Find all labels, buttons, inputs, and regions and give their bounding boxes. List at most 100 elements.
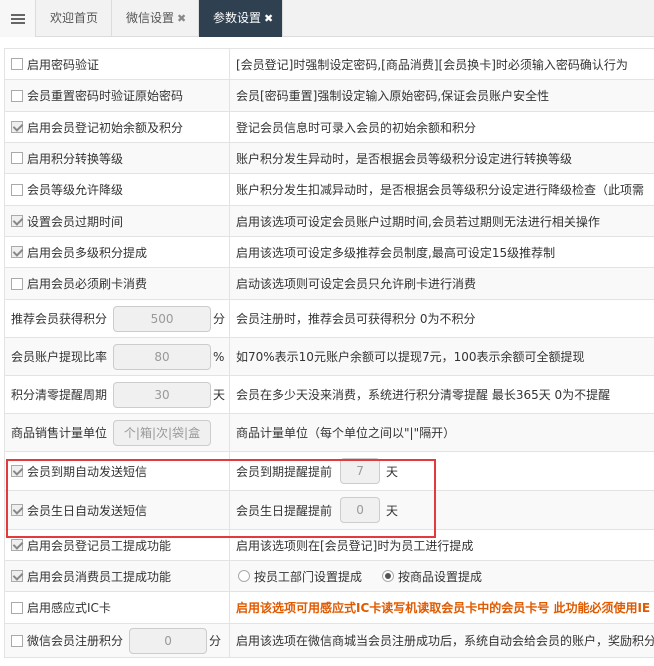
setting-label-cell: 商品销售计量单位 [4,414,230,451]
setting-label: 会员重置密码时验证原始密码 [27,89,184,103]
setting-description: 账户积分发生扣减异动时，是否根据会员等级积分设定进行降级检查（此项需 [236,183,645,197]
setting-row: 启用密码验证 [会员登记]时强制设定密码,[商品消费][会员换卡]时必须输入密码确… [4,49,654,80]
setting-description: 会员到期提醒提前 [236,464,333,479]
setting-desc-cell: 会员到期提醒提前 天 [230,452,654,490]
setting-row: 启用会员多级积分提成 启用该选项可设定多级推荐会员制度,最高可设定15级推荐制 [4,237,654,268]
setting-checkbox[interactable] [11,570,23,582]
setting-label: 启用会员必须刷卡消费 [27,277,148,291]
setting-label-cell: 设置会员过期时间 [4,206,230,236]
setting-desc-cell: 启用该选项在微信商城当会员注册成功后，系统自动会给会员的账户，奖励积分 [230,624,654,657]
setting-desc-cell: 会员注册时，推荐会员可获得积分 0为不积分 [230,300,654,337]
setting-description: 商品计量单位（每个单位之间以"|"隔开） [236,426,456,440]
setting-description: 启用该选项可设定会员账户过期时间,会员若过期则无法进行相关操作 [236,214,600,229]
setting-label: 启用会员登记员工提成功能 [27,538,172,553]
setting-row: 微信会员注册积分 分启用该选项在微信商城当会员注册成功后，系统自动会给会员的账户，… [4,624,654,658]
setting-description: 会员在多少天没来消费，系统进行积分清零提醒 最长365天 0为不提醒 [236,388,611,402]
unit-label: 分 [213,312,226,326]
setting-row: 会员重置密码时验证原始密码 会员[密码重置]强制设定输入原始密码,保证会员账户安全… [4,80,654,112]
tab-label: 欢迎首页 [50,11,99,25]
setting-checkbox[interactable] [11,215,23,227]
setting-label: 启用密码验证 [27,57,100,72]
setting-label: 启用会员登记初始余额及积分 [27,120,184,135]
menu-toggle-button[interactable] [0,0,36,37]
days-input[interactable] [340,458,381,484]
setting-row: 启用会员必须刷卡消费 启动该选项则可设定会员只允许刷卡进行消费 [4,268,654,300]
setting-label-cell: 积分清零提醒周期 天 [4,376,230,413]
setting-label-cell: 启用会员多级积分提成 [4,237,230,267]
setting-row: 会员等级允许降级 账户积分发生扣减异动时，是否根据会员等级积分设定进行降级检查（此… [4,174,654,206]
setting-checkbox[interactable] [11,58,23,70]
setting-label-cell: 启用会员消费员工提成功能 [4,561,230,591]
setting-checkbox[interactable] [11,465,23,477]
setting-label: 启用感应式IC卡 [27,601,111,615]
setting-label: 启用会员多级积分提成 [27,245,148,260]
setting-label: 启用会员消费员工提成功能 [27,569,172,584]
setting-label-cell: 会员等级允许降级 [4,174,230,205]
setting-description: 会员注册时，推荐会员可获得积分 0为不积分 [236,312,476,326]
setting-row: 会员到期自动发送短信 会员到期提醒提前 天 [4,452,654,491]
tab-label: 参数设置 [213,11,262,25]
tab-wechat-settings[interactable]: 微信设置 ✖ [112,0,199,37]
tab-welcome[interactable]: 欢迎首页 [36,0,112,37]
radio-option[interactable]: 按商品设置提成 [382,568,482,585]
setting-checkbox[interactable] [11,152,23,164]
setting-label-cell: 启用会员登记员工提成功能 [4,530,230,560]
setting-checkbox[interactable] [11,634,23,647]
setting-label: 推荐会员获得积分 [11,312,108,326]
setting-row: 积分清零提醒周期 天会员在多少天没来消费，系统进行积分清零提醒 最长365天 0为… [4,376,654,414]
setting-description: 会员生日提醒提前 [236,503,333,518]
setting-row: 商品销售计量单位 商品计量单位（每个单位之间以"|"隔开） [4,414,654,452]
setting-checkbox[interactable] [11,246,23,258]
unit-label: % [213,349,225,364]
setting-value-input[interactable] [129,627,208,654]
setting-description: 登记会员信息时可录入会员的初始余额和积分 [236,120,477,135]
close-icon[interactable]: ✖ [177,12,186,25]
radio-option[interactable]: 按员工部门设置提成 [238,568,362,585]
tab-param-settings[interactable]: 参数设置 ✖ [199,0,283,37]
setting-desc-cell: 如70%表示10元账户余额可以提现7元，100表示余额可全额提现 [230,338,654,375]
setting-checkbox[interactable] [11,121,23,133]
setting-label-cell: 启用会员登记初始余额及积分 [4,112,230,142]
tab-label: 微信设置 [126,11,175,25]
setting-description: 启用该选项则在[会员登记]时为员工进行提成 [236,538,474,553]
setting-description: 启用该选项可用感应式IC卡读写机读取会员卡中的会员卡号 此功能必须使用IE [236,601,651,615]
setting-checkbox[interactable] [11,504,23,516]
setting-row: 启用会员登记员工提成功能 启用该选项则在[会员登记]时为员工进行提成 [4,530,654,561]
setting-desc-cell: 商品计量单位（每个单位之间以"|"隔开） [230,414,654,451]
close-icon[interactable]: ✖ [264,12,273,25]
setting-row: 推荐会员获得积分 分会员注册时，推荐会员可获得积分 0为不积分 [4,300,654,338]
setting-desc-cell: 启用该选项则在[会员登记]时为员工进行提成 [230,530,654,560]
radio-button[interactable] [382,570,395,582]
setting-description: 会员[密码重置]强制设定输入原始密码,保证会员账户安全性 [236,89,550,103]
setting-label: 商品销售计量单位 [11,426,108,440]
setting-desc-cell: 启用该选项可设定会员账户过期时间,会员若过期则无法进行相关操作 [230,206,654,236]
radio-button[interactable] [238,570,250,582]
setting-label-cell: 启用会员必须刷卡消费 [4,268,230,299]
setting-value-input[interactable] [113,419,212,446]
days-input[interactable] [340,497,381,523]
setting-description: 启用该选项在微信商城当会员注册成功后，系统自动会给会员的账户，奖励积分 [236,634,654,648]
setting-checkbox[interactable] [11,539,23,551]
setting-description: 如70%表示10元账户余额可以提现7元，100表示余额可全额提现 [236,350,585,364]
setting-checkbox[interactable] [11,277,23,290]
setting-label-cell: 会员账户提现比率% [4,338,230,375]
setting-desc-cell: 启用该选项可设定多级推荐会员制度,最高可设定15级推荐制 [230,237,654,267]
setting-desc-cell: 账户积分发生异动时，是否根据会员等级积分设定进行转换等级 [230,143,654,173]
setting-label-cell: 推荐会员获得积分 分 [4,300,230,337]
setting-value-input[interactable] [113,305,212,332]
setting-label: 会员生日自动发送短信 [27,503,148,518]
setting-desc-cell: 账户积分发生扣减异动时，是否根据会员等级积分设定进行降级检查（此项需 [230,174,654,205]
setting-desc-cell: 启动该选项则可设定会员只允许刷卡进行消费 [230,268,654,299]
setting-row: 设置会员过期时间 启用该选项可设定会员账户过期时间,会员若过期则无法进行相关操作 [4,206,654,237]
setting-checkbox[interactable] [11,89,23,102]
setting-description: 启动该选项则可设定会员只允许刷卡进行消费 [236,277,477,291]
setting-value-input[interactable] [113,343,212,370]
setting-checkbox[interactable] [11,183,23,196]
setting-label: 设置会员过期时间 [27,214,124,229]
unit-label: 天 [386,464,399,479]
radio-label: 按商品设置提成 [398,569,483,584]
setting-desc-cell: 会员在多少天没来消费，系统进行积分清零提醒 最长365天 0为不提醒 [230,376,654,413]
setting-checkbox[interactable] [11,601,23,614]
unit-label: 分 [209,634,222,648]
setting-value-input[interactable] [113,381,212,408]
